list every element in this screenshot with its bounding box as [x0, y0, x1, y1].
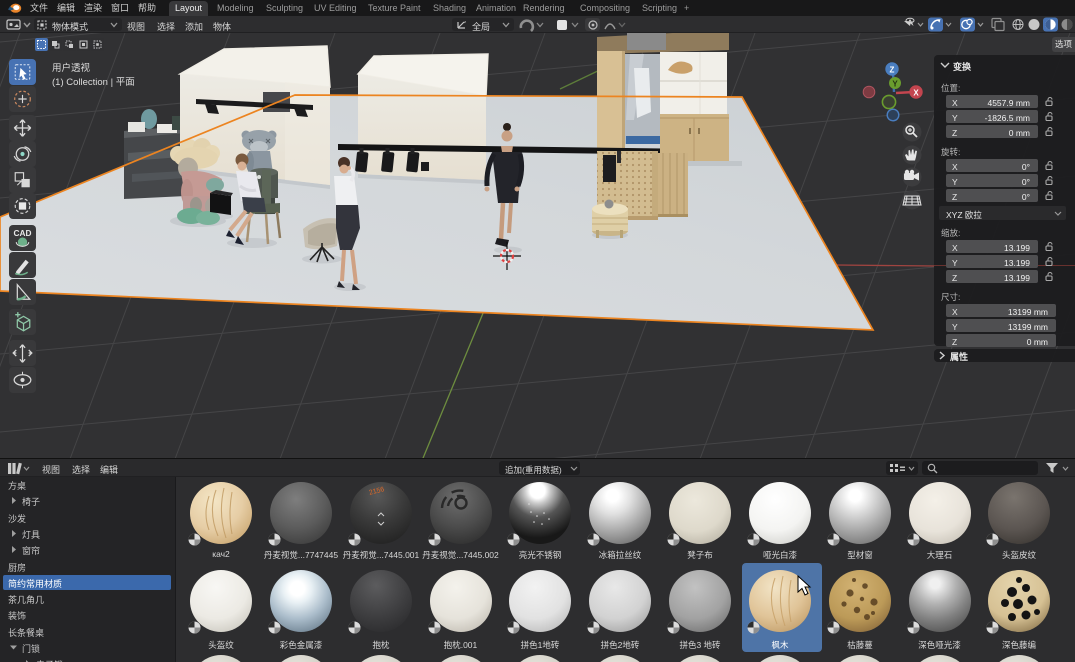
- svg-text:Z: Z: [890, 66, 895, 75]
- svg-text:X: X: [913, 89, 919, 98]
- svg-text:Y: Y: [892, 80, 898, 89]
- svg-text:CAD: CAD: [14, 228, 32, 238]
